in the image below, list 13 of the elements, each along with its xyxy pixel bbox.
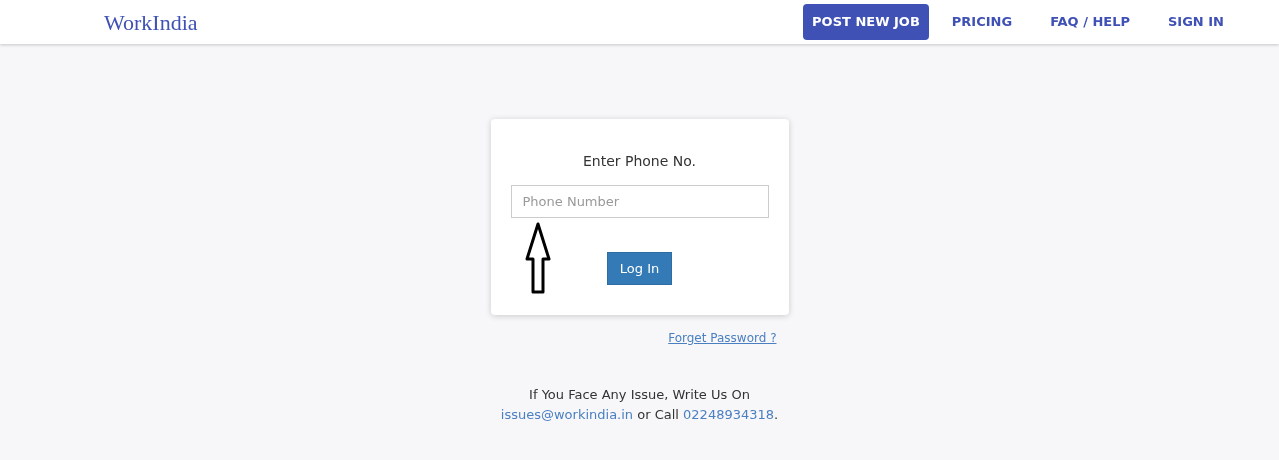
login-button[interactable]: Log In: [607, 252, 672, 285]
forget-password-link[interactable]: Forget Password ?: [668, 329, 777, 347]
post-job-button[interactable]: POST NEW JOB: [803, 4, 929, 40]
logo[interactable]: WorkIndia: [104, 5, 198, 39]
nav-link[interactable]: FAQ / HELP: [1035, 4, 1145, 40]
email-link[interactable]: issues@workindia.in: [500, 407, 634, 422]
nav-link[interactable]: PRICING: [936, 4, 1028, 40]
nav-link[interactable]: SIGN IN: [1153, 4, 1239, 40]
card-title: Enter Phone No.: [582, 152, 697, 171]
phone-link[interactable]: 02248934318: [683, 407, 775, 422]
up-arrow-drawing: [524, 222, 551, 294]
support-message: If You Face Any Issue, Write Us On issues@workindia.in or Call 02248934318.: [500, 386, 779, 424]
phone-number-field[interactable]: Phone Number: [510, 185, 769, 218]
